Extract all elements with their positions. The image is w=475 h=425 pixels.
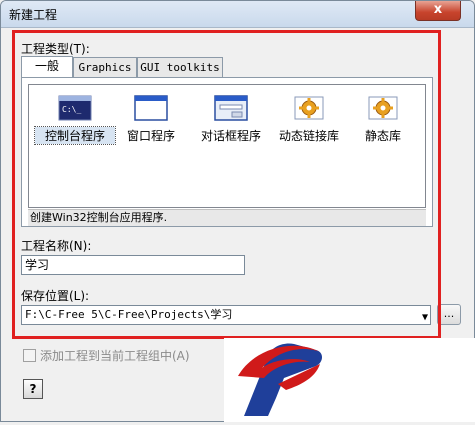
svg-text:C:\_: C:\_ bbox=[62, 105, 81, 114]
tab-gui-toolkits[interactable]: GUI toolkits bbox=[137, 57, 223, 77]
project-type-list: C:\_ 控制台程序 窗口程序 对话框程序 动态链接库 静态库 bbox=[28, 84, 426, 208]
project-type-item-dialog[interactable]: 对话框程序 bbox=[191, 95, 271, 144]
help-button[interactable]: ? bbox=[23, 379, 43, 399]
project-type-description: 创建Win32控制台应用程序. bbox=[28, 209, 426, 226]
project-name-input[interactable]: 学习 bbox=[21, 255, 245, 275]
console-icon: C:\_ bbox=[58, 95, 92, 121]
project-name-label: 工程名称(N): bbox=[21, 239, 92, 253]
project-type-item-dll[interactable]: 动态链接库 bbox=[269, 95, 349, 144]
title-bar: 新建工程 x bbox=[1, 1, 474, 28]
project-type-item-console[interactable]: C:\_ 控制台程序 bbox=[34, 95, 116, 145]
tab-panel: C:\_ 控制台程序 窗口程序 对话框程序 动态链接库 静态库 创建Win32控… bbox=[21, 77, 433, 227]
tab-general[interactable]: 一般 bbox=[21, 56, 73, 78]
browse-button[interactable]: ... bbox=[437, 304, 461, 325]
add-to-group-checkbox[interactable] bbox=[23, 349, 36, 362]
save-location-combo[interactable]: F:\C-Free 5\C-Free\Projects\学习 ▼ bbox=[21, 305, 431, 325]
add-to-group-option: 添加工程到当前工程组中(A) bbox=[23, 347, 190, 364]
watermark-logo bbox=[224, 338, 475, 422]
project-type-item-window[interactable]: 窗口程序 bbox=[111, 95, 191, 144]
window-icon bbox=[134, 95, 168, 121]
tab-graphics[interactable]: Graphics bbox=[73, 57, 137, 77]
project-type-item-lib[interactable]: 静态库 bbox=[343, 95, 423, 144]
project-type-item-label: 窗口程序 bbox=[126, 129, 175, 143]
save-location-label: 保存位置(L): bbox=[21, 289, 90, 303]
logo-icon bbox=[238, 343, 322, 416]
dll-gear-icon bbox=[292, 95, 326, 121]
chevron-down-icon[interactable]: ▼ bbox=[422, 309, 428, 327]
project-type-item-label: 控制台程序 bbox=[34, 126, 116, 145]
project-type-item-label: 静态库 bbox=[364, 129, 401, 143]
lib-gear-icon bbox=[366, 95, 400, 121]
dialog-icon bbox=[214, 95, 248, 121]
project-type-label: 工程类型(T): bbox=[21, 42, 90, 56]
close-button[interactable]: x bbox=[415, 1, 461, 21]
save-location-value: F:\C-Free 5\C-Free\Projects\学习 bbox=[25, 308, 233, 321]
add-to-group-label: 添加工程到当前工程组中(A) bbox=[40, 349, 190, 363]
window-title: 新建工程 bbox=[9, 8, 58, 22]
project-type-item-label: 对话框程序 bbox=[200, 129, 261, 143]
project-type-item-label: 动态链接库 bbox=[278, 129, 339, 143]
